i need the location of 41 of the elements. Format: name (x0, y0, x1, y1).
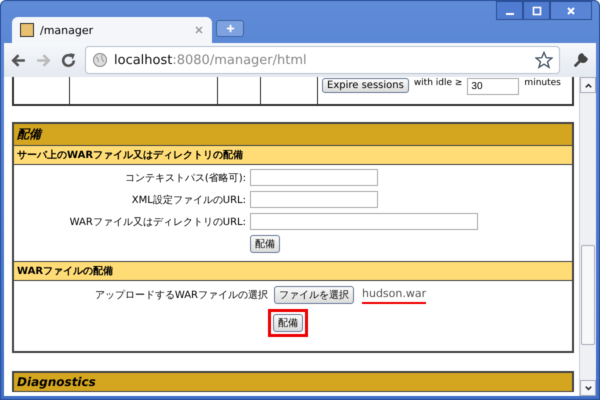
idle-minutes-field[interactable]: 30 (467, 78, 520, 95)
scrollbar-thumb[interactable] (581, 245, 595, 345)
tab-title: /manager (40, 24, 94, 36)
maximize-button[interactable] (523, 1, 550, 20)
text-field[interactable] (250, 213, 478, 230)
subsection-header: サーバ上のWARファイル又はディレクトリの配備 (14, 146, 572, 165)
file-name: hudson.war (362, 286, 426, 304)
deploy-button[interactable]: 配備 (250, 235, 280, 253)
star-icon[interactable] (535, 51, 553, 69)
plus-icon (226, 24, 234, 33)
maximize-icon (532, 6, 542, 16)
browser-tab[interactable]: /manager (12, 17, 212, 43)
scrollbar[interactable] (579, 77, 596, 396)
text-field[interactable] (250, 169, 378, 186)
choose-file-button[interactable]: ファイルを選択 (274, 286, 354, 304)
reload-icon[interactable] (60, 52, 77, 68)
new-tab-button[interactable] (216, 20, 244, 37)
url-text: localhost:8080/manager/html (114, 52, 308, 68)
minimize-button[interactable] (496, 1, 523, 20)
section-header: 配備 (14, 124, 572, 146)
field-label: コンテキストパス(省略可): (124, 172, 246, 184)
minutes-label: minutes (524, 78, 561, 88)
expire-sessions-button[interactable]: Expire sessions (322, 78, 409, 93)
minimize-icon (506, 12, 514, 14)
field-label: アップロードするWARファイルの選択 (94, 288, 268, 302)
field-label: XML設定ファイルのURL: (130, 194, 246, 206)
deploy-button[interactable]: 配備 (273, 314, 303, 332)
field-label: WARファイル又はディレクトリのURL: (68, 216, 246, 228)
address-bar[interactable]: localhost:8080/manager/html (85, 46, 560, 74)
scroll-up-icon[interactable] (580, 77, 596, 93)
close-icon (566, 6, 576, 16)
scroll-down-icon[interactable] (580, 380, 596, 396)
wrench-icon[interactable] (572, 51, 590, 69)
close-window-button[interactable] (550, 1, 592, 20)
globe-icon (92, 52, 108, 68)
close-icon[interactable] (194, 25, 204, 35)
section-header: Diagnostics (14, 373, 572, 392)
text-field[interactable] (250, 191, 378, 208)
subsection-header: WARファイルの配備 (14, 261, 572, 281)
back-icon[interactable] (10, 52, 27, 68)
idle-label: with idle ≥ (414, 78, 462, 88)
